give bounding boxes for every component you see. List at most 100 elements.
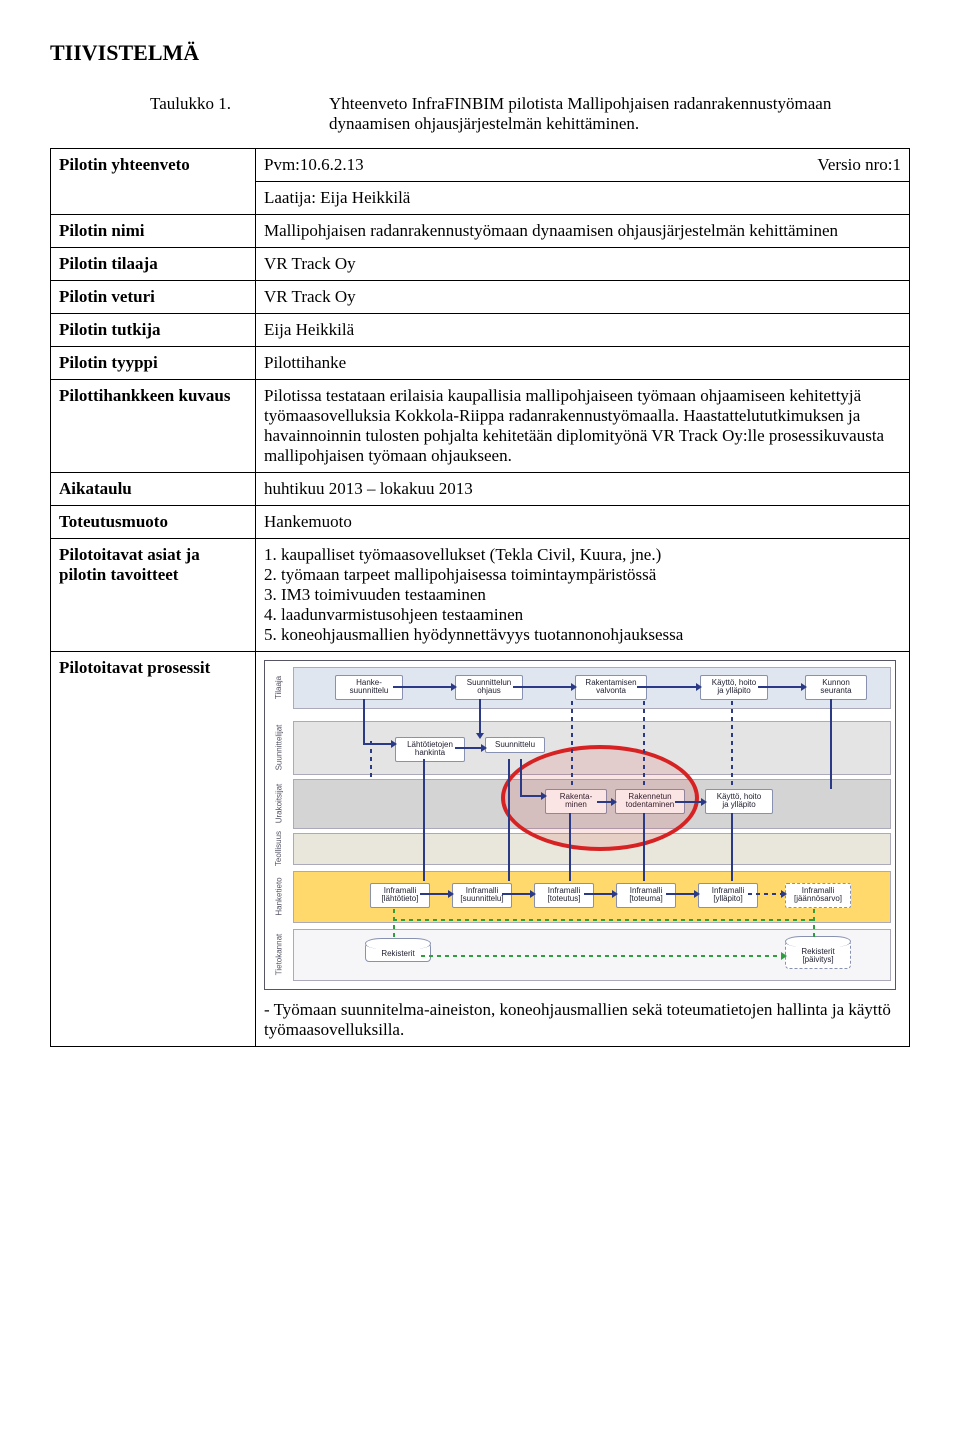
arrow-icon [731,701,733,787]
box-inframalli-yllapito: Inframalli[ylläpito] [698,883,758,908]
arrow-icon [370,741,372,781]
arrow-icon [393,686,455,688]
row-label-kuvaus: Pilottihankkeen kuvaus [51,380,256,473]
arrow-icon [584,893,614,895]
arrowhead-icon [571,683,577,691]
box-inframalli-jaannosarvo: Inframalli[jäännösarvo] [785,883,851,908]
arrowhead-icon [612,890,618,898]
arrow-icon [758,686,805,688]
arrow-icon [830,699,832,789]
lane-label-tilaaja: Tilaaja [269,667,289,707]
table-caption-label: Taulukko 1. [50,94,325,114]
cell-veturi: VR Track Oy [256,281,910,314]
arrowhead-icon [391,740,397,748]
arrow-icon [455,747,483,749]
process-note: - Työmaan suunnitelma-aineiston, koneohj… [264,1000,901,1040]
cell-pvm-versio: Pvm:10.6.2.13 Versio nro:1 [256,149,910,182]
cell-kuvaus: Pilotissa testataan erilaisia kaupallisi… [256,380,910,473]
arrowhead-icon [611,798,617,806]
arrow-icon [421,955,783,957]
cell-prosessit: Tilaaja Suunnittelijat Urakoitsijat Teol… [256,652,910,1047]
table-caption-row: Taulukko 1. Yhteenveto InfraFINBIM pilot… [50,94,910,134]
arrow-icon [813,909,815,941]
lane-label-text: Hanketieto [275,877,284,915]
arrow-icon [748,893,783,895]
box-inframalli-toteuma: Inframalli[toteuma] [616,883,676,908]
highlight-circle-icon [501,745,699,851]
arrowhead-icon [481,744,487,752]
pvm-label: Pvm: [264,155,300,174]
arrowhead-icon [781,952,787,960]
arrow-icon [643,701,645,787]
lane-label-text: Urakoitsijat [275,783,284,823]
arrow-icon [569,813,571,881]
table-row: Pilottihankkeen kuvaus Pilotissa testata… [51,380,910,473]
arrow-icon [513,686,575,688]
table-row: Pilotin veturi VR Track Oy [51,281,910,314]
cell-tavoitteet: 1. kaupalliset työmaasovellukset (Tekla … [256,539,910,652]
arrow-icon [571,701,573,787]
list-item: 4. laadunvarmistusohjeen testaaminen [264,605,901,625]
arrow-icon [520,795,543,797]
arrow-icon [508,759,510,881]
lane-label-text: Teollisuus [275,830,284,865]
arrow-icon [363,743,393,745]
row-label-tutkija: Pilotin tutkija [51,314,256,347]
arrow-icon [731,813,733,881]
arrowhead-icon [448,890,454,898]
cell-tyyppi: Pilottihanke [256,347,910,380]
table-row: Pilotin tutkija Eija Heikkilä [51,314,910,347]
goals-list: 1. kaupalliset työmaasovellukset (Tekla … [264,545,901,645]
arrowhead-icon [541,792,547,800]
arrow-icon [637,686,700,688]
box-lahtotietojen-hankinta: Lähtötietojenhankinta [395,737,465,762]
laatija-label: Laatija: [264,188,316,207]
box-inframalli-toteutus: Inframalli[toteutus] [534,883,594,908]
db-rekisterit-paivitys: Rekisterit[päivitys] [785,941,851,969]
lane-label-suun: Suunnittelijat [269,721,289,773]
row-label-tilaaja: Pilotin tilaaja [51,248,256,281]
table-row: Pilotin tilaaja VR Track Oy [51,248,910,281]
lane-label-text: Tilaaja [275,675,284,698]
list-item: 3. IM3 toimivuuden testaaminen [264,585,901,605]
arrow-icon [479,699,481,735]
table-row: Pilotoitavat asiat ja pilotin tavoitteet… [51,539,910,652]
list-item: 2. työmaan tarpeet mallipohjaisessa toim… [264,565,901,585]
cell-tilaaja: VR Track Oy [256,248,910,281]
lane-label-text: Suunnittelijat [275,724,284,770]
list-item: 1. kaupalliset työmaasovellukset (Tekla … [264,545,901,565]
arrowhead-icon [781,890,787,898]
list-item: 5. koneohjausmallien hyödynnettävyys tuo… [264,625,901,645]
table-row: Pilotin yhteenveto Pvm:10.6.2.13 Versio … [51,149,910,182]
arrowhead-icon [476,733,484,739]
row-label-aikataulu: Aikataulu [51,473,256,506]
arrowhead-icon [530,890,536,898]
row-label-tyyppi: Pilotin tyyppi [51,347,256,380]
row-label-nimi: Pilotin nimi [51,215,256,248]
table-caption-text: Yhteenveto InfraFINBIM pilotista Mallipo… [329,94,889,134]
box-inframalli-lahtotieto: Inframalli[lähtötieto] [370,883,430,908]
arrow-icon [393,909,395,941]
table-row: Toteutusmuoto Hankemuoto [51,506,910,539]
summary-table: Pilotin yhteenveto Pvm:10.6.2.13 Versio … [50,148,910,1047]
box-kaytto-yllapito-2: Käyttö, hoitoja ylläpito [705,789,773,814]
arrow-icon [643,813,645,881]
arrow-icon [423,759,425,881]
arrow-icon [666,893,696,895]
arrow-icon [675,801,703,803]
arrowhead-icon [801,683,807,691]
arrow-icon [420,893,450,895]
document-page: TIIVISTELMÄ Taulukko 1. Yhteenveto Infra… [0,0,960,1431]
laatija-value: Eija Heikkilä [320,188,410,207]
table-row: Aikataulu huhtikuu 2013 – lokakuu 2013 [51,473,910,506]
process-diagram: Tilaaja Suunnittelijat Urakoitsijat Teol… [264,660,896,990]
lane-label-hanke: Hanketieto [269,871,289,921]
arrowhead-icon [701,798,707,806]
lane-label-tieto: Tietokannat [269,929,289,979]
row-label-prosessit: Pilotoitavat prosessit [51,652,256,1047]
lane-label-urak: Urakoitsijat [269,779,289,827]
box-kunnon-seuranta: Kunnonseuranta [805,675,867,700]
arrow-icon [520,759,522,795]
cell-tutkija: Eija Heikkilä [256,314,910,347]
arrow-icon [363,699,365,743]
